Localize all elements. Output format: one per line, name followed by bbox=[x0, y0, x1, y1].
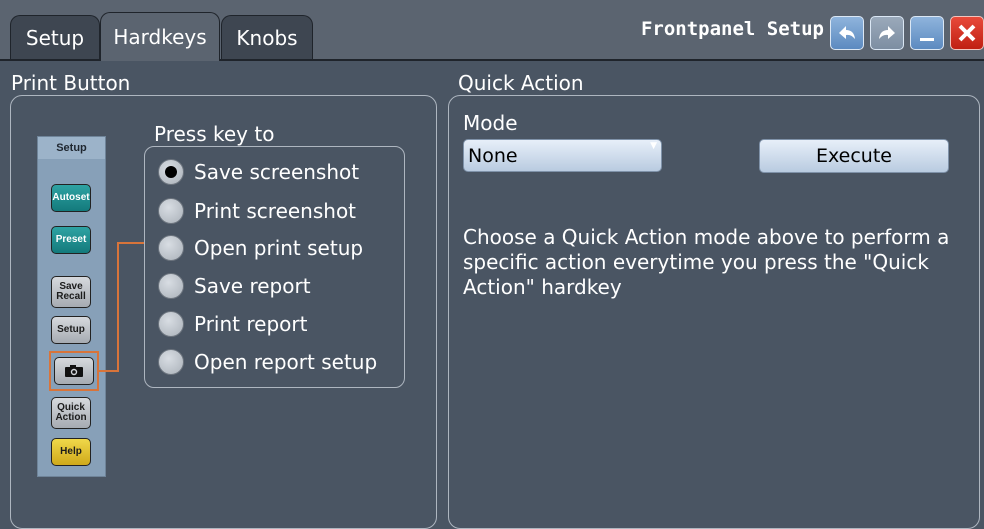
redo-button[interactable] bbox=[870, 16, 904, 50]
option-label: Print report bbox=[194, 312, 308, 336]
option-save-screenshot[interactable]: Save screenshot bbox=[158, 157, 359, 187]
minimize-icon bbox=[920, 38, 934, 41]
execute-button[interactable]: Execute bbox=[759, 139, 949, 173]
hardkey-save-recall: Save Recall bbox=[51, 276, 91, 308]
close-icon bbox=[958, 24, 976, 42]
radio-button[interactable] bbox=[158, 235, 184, 261]
tab-knobs[interactable]: Knobs bbox=[221, 15, 313, 60]
tab-hardkeys[interactable]: Hardkeys bbox=[100, 12, 220, 61]
hardkey-setup: Setup bbox=[51, 316, 91, 344]
radio-button[interactable] bbox=[158, 349, 184, 375]
dropdown-arrow-icon: ▼ bbox=[650, 141, 657, 151]
print-button-section-label: Print Button bbox=[11, 71, 131, 95]
option-open-print-setup[interactable]: Open print setup bbox=[158, 233, 363, 263]
option-label: Print screenshot bbox=[194, 199, 357, 223]
radio-button[interactable] bbox=[158, 198, 184, 224]
option-label: Open print setup bbox=[194, 236, 364, 260]
press-key-label: Press key to bbox=[154, 122, 275, 146]
hardkey-preset: Preset bbox=[51, 226, 91, 254]
option-open-report-setup[interactable]: Open report setup bbox=[158, 347, 377, 377]
option-label: Save screenshot bbox=[194, 160, 360, 184]
minimize-button[interactable] bbox=[910, 16, 944, 50]
radio-button[interactable] bbox=[158, 311, 184, 337]
quick-action-section-label: Quick Action bbox=[458, 71, 584, 95]
option-print-screenshot[interactable]: Print screenshot bbox=[158, 196, 356, 226]
redo-icon bbox=[879, 26, 895, 39]
option-label: Open report setup bbox=[194, 350, 378, 374]
option-label: Save report bbox=[194, 274, 311, 298]
undo-button[interactable] bbox=[830, 16, 864, 50]
option-save-report[interactable]: Save report bbox=[158, 271, 311, 301]
connector-line bbox=[98, 370, 118, 372]
mode-select-value: None bbox=[468, 144, 518, 167]
radio-button[interactable] bbox=[158, 159, 184, 185]
option-print-report[interactable]: Print report bbox=[158, 309, 307, 339]
hardkey-autoset: Autoset bbox=[51, 184, 91, 212]
print-hardkey-highlight bbox=[49, 351, 99, 391]
mode-label: Mode bbox=[463, 111, 518, 135]
hardkey-strip-title: Setup bbox=[38, 137, 105, 159]
quick-action-description: Choose a Quick Action mode above to perf… bbox=[463, 225, 950, 299]
window-title: Frontpanel Setup bbox=[640, 18, 824, 40]
connector-line bbox=[117, 242, 119, 372]
hardkey-help: Help bbox=[51, 438, 91, 466]
connector-line bbox=[117, 242, 144, 244]
tab-setup[interactable]: Setup bbox=[10, 15, 100, 60]
mode-select[interactable]: None ▼ bbox=[463, 139, 662, 172]
radio-button[interactable] bbox=[158, 273, 184, 299]
close-button[interactable] bbox=[950, 16, 984, 50]
undo-icon bbox=[839, 26, 855, 39]
hardkey-quick-action: Quick Action bbox=[51, 397, 91, 429]
